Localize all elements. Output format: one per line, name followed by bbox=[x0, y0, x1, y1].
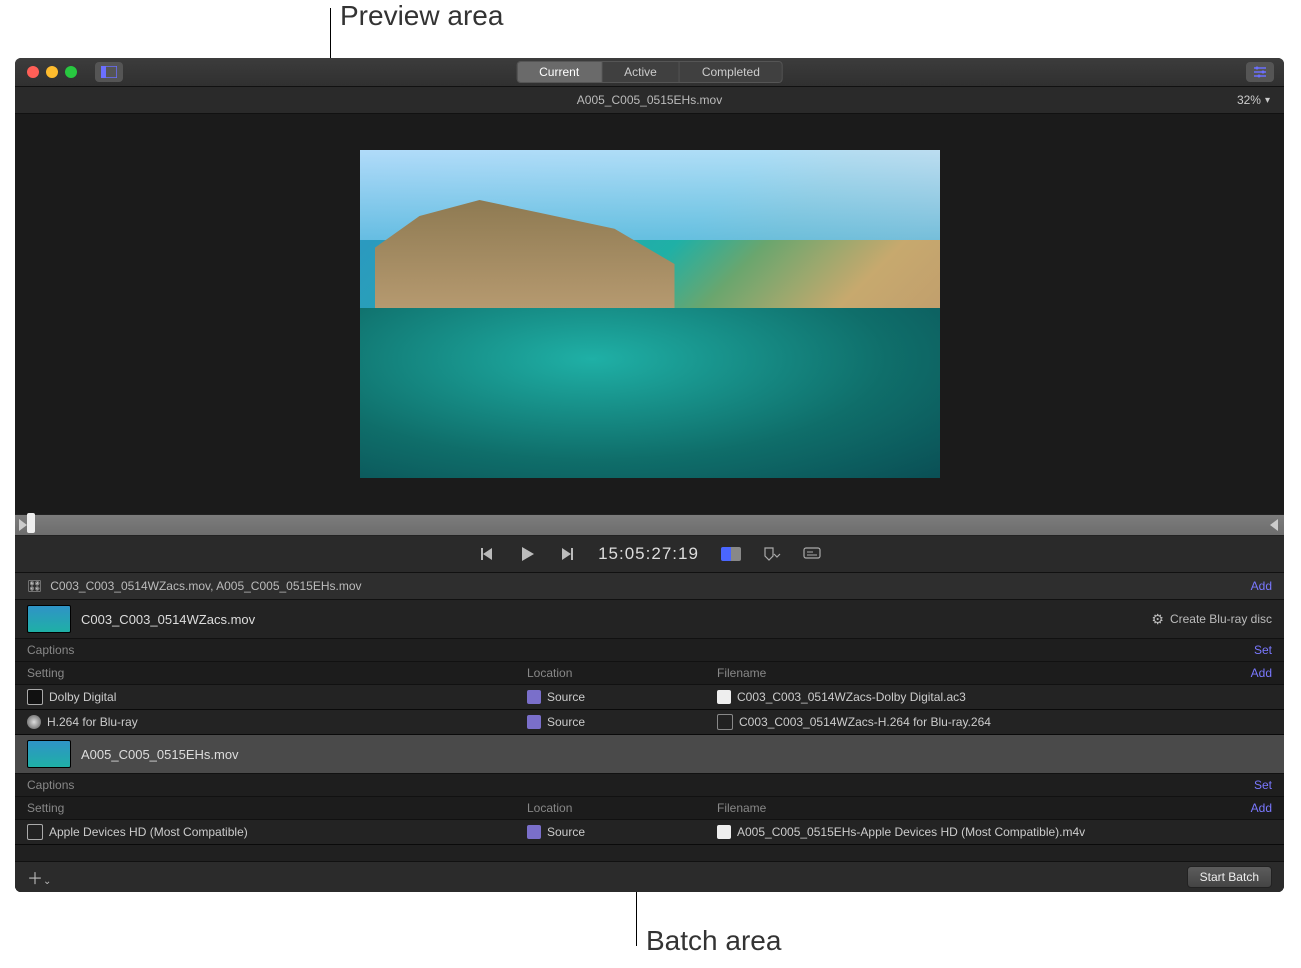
zoom-menu[interactable]: 32% ▾ bbox=[1237, 93, 1270, 107]
callout-preview: Preview area bbox=[340, 0, 503, 32]
titlebar: Current Active Completed bbox=[15, 58, 1284, 87]
col-location: Location bbox=[527, 801, 717, 815]
file-icon bbox=[717, 714, 733, 730]
prev-frame-button[interactable] bbox=[478, 545, 496, 563]
job-row[interactable]: C003_C003_0514WZacs.mov ⚙ Create Blu-ray… bbox=[15, 600, 1284, 639]
out-point-handle[interactable] bbox=[1270, 519, 1278, 531]
zoom-value: 32% bbox=[1237, 93, 1261, 107]
output-row[interactable]: Apple Devices HD (Most Compatible) Sourc… bbox=[15, 820, 1284, 845]
chevron-down-icon: ▾ bbox=[1265, 95, 1270, 106]
batch-add-link[interactable]: Add bbox=[1251, 579, 1272, 593]
setting-name: H.264 for Blu-ray bbox=[47, 715, 138, 729]
col-filename: Filename bbox=[717, 801, 1212, 815]
clip-name: C003_C003_0514WZacs.mov bbox=[81, 612, 255, 627]
batch-area: 🎛 C003_C003_0514WZacs.mov, A005_C005_051… bbox=[15, 573, 1284, 892]
captions-button[interactable] bbox=[803, 545, 821, 563]
output-filename: C003_C003_0514WZacs-Dolby Digital.ac3 bbox=[737, 690, 966, 704]
captions-label: Captions bbox=[27, 778, 74, 792]
close-window-button[interactable] bbox=[27, 66, 39, 78]
clip-thumbnail bbox=[27, 605, 71, 633]
timecode-display: 15:05:27:19 bbox=[598, 544, 699, 564]
disc-icon bbox=[27, 715, 41, 729]
col-location: Location bbox=[527, 666, 717, 680]
batch-icon: 🎛 bbox=[27, 579, 42, 593]
view-tabs: Current Active Completed bbox=[516, 61, 783, 83]
settings-add-link[interactable]: Add bbox=[1212, 801, 1272, 815]
start-batch-button[interactable]: Start Batch bbox=[1187, 866, 1272, 888]
app-window: Current Active Completed A005_C005_0515E… bbox=[15, 58, 1284, 892]
callout-batch: Batch area bbox=[646, 925, 781, 957]
clip-name: A005_C005_0515EHs.mov bbox=[81, 747, 239, 762]
file-icon bbox=[717, 690, 731, 704]
batch-title: C003_C003_0514WZacs.mov, A005_C005_0515E… bbox=[50, 579, 361, 593]
file-icon bbox=[717, 825, 731, 839]
inspector-toggle-button[interactable] bbox=[1246, 62, 1274, 82]
playhead[interactable] bbox=[27, 513, 35, 533]
location-name: Source bbox=[547, 825, 585, 839]
device-icon bbox=[27, 824, 43, 840]
next-frame-button[interactable] bbox=[558, 545, 576, 563]
captions-label: Captions bbox=[27, 643, 74, 657]
preview-filename: A005_C005_0515EHs.mov bbox=[577, 93, 722, 107]
setting-name: Apple Devices HD (Most Compatible) bbox=[49, 825, 248, 839]
location-name: Source bbox=[547, 690, 585, 704]
preview-frame[interactable] bbox=[360, 150, 940, 478]
folder-icon bbox=[527, 690, 541, 704]
tab-completed[interactable]: Completed bbox=[680, 62, 782, 82]
timeline-scrubber[interactable] bbox=[15, 514, 1284, 536]
output-filename: A005_C005_0515EHs-Apple Devices HD (Most… bbox=[737, 825, 1085, 839]
captions-section: Captions Set bbox=[15, 639, 1284, 662]
job-row[interactable]: A005_C005_0515EHs.mov bbox=[15, 735, 1284, 774]
zoom-window-button[interactable] bbox=[65, 66, 77, 78]
captions-section: Captions Set bbox=[15, 774, 1284, 797]
in-point-handle[interactable] bbox=[19, 519, 27, 531]
output-row[interactable]: Dolby Digital Source C003_C003_0514WZacs… bbox=[15, 685, 1284, 710]
setting-name: Dolby Digital bbox=[49, 690, 116, 704]
settings-add-link[interactable]: Add bbox=[1212, 666, 1272, 680]
preview-filename-bar: A005_C005_0515EHs.mov 32% ▾ bbox=[15, 87, 1284, 114]
tab-active[interactable]: Active bbox=[602, 62, 680, 82]
column-headers: Setting Location Filename Add bbox=[15, 662, 1284, 685]
sidebar-toggle-button[interactable] bbox=[95, 62, 123, 82]
window-controls bbox=[27, 66, 77, 78]
preview-area bbox=[15, 114, 1284, 514]
job-action-label: Create Blu-ray disc bbox=[1170, 612, 1272, 626]
add-menu-button[interactable]: ＋⌄ bbox=[27, 865, 51, 889]
captions-set-link[interactable]: Set bbox=[1254, 643, 1272, 657]
minimize-window-button[interactable] bbox=[46, 66, 58, 78]
gear-icon: ⚙ bbox=[1151, 611, 1164, 628]
column-headers: Setting Location Filename Add bbox=[15, 797, 1284, 820]
output-filename: C003_C003_0514WZacs-H.264 for Blu-ray.26… bbox=[739, 715, 991, 729]
play-button[interactable] bbox=[518, 545, 536, 563]
output-row[interactable]: H.264 for Blu-ray Source C003_C003_0514W… bbox=[15, 710, 1284, 735]
footer-bar: ＋⌄ Start Batch bbox=[15, 861, 1284, 892]
transport-bar: 15:05:27:19 bbox=[15, 536, 1284, 573]
col-setting: Setting bbox=[27, 666, 527, 680]
folder-icon bbox=[527, 825, 541, 839]
folder-icon bbox=[527, 715, 541, 729]
captions-set-link[interactable]: Set bbox=[1254, 778, 1272, 792]
dolby-icon bbox=[27, 689, 43, 705]
compare-button[interactable] bbox=[721, 547, 741, 561]
marker-menu[interactable] bbox=[763, 545, 781, 563]
batch-header: 🎛 C003_C003_0514WZacs.mov, A005_C005_051… bbox=[15, 573, 1284, 600]
clip-thumbnail bbox=[27, 740, 71, 768]
tab-current[interactable]: Current bbox=[517, 62, 602, 82]
location-name: Source bbox=[547, 715, 585, 729]
col-setting: Setting bbox=[27, 801, 527, 815]
col-filename: Filename bbox=[717, 666, 1212, 680]
